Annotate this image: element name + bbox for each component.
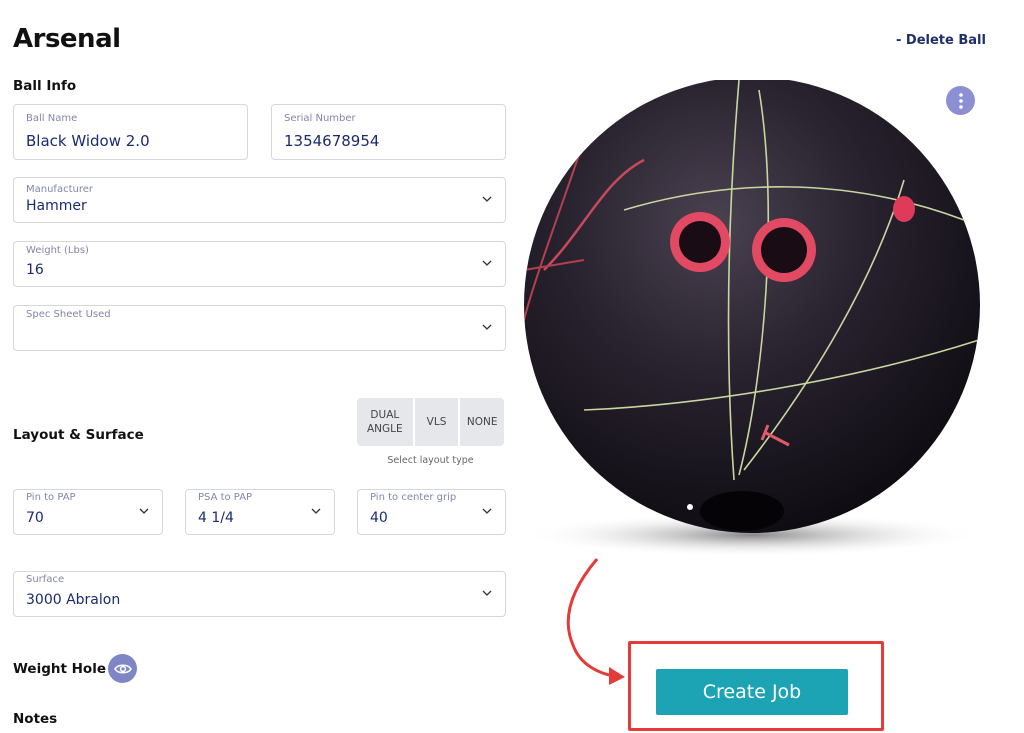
ball-name-value: Black Widow 2.0 — [26, 132, 150, 150]
spec-sheet-label: Spec Sheet Used — [26, 309, 111, 320]
chevron-down-icon — [482, 324, 492, 330]
psa-to-pap-label: PSA to PAP — [198, 492, 253, 503]
ball-image — [522, 77, 982, 560]
psa-to-pap-value: 4 1/4 — [198, 510, 234, 526]
ball-name-label: Ball Name — [26, 113, 78, 124]
chevron-down-icon — [482, 196, 492, 202]
chevron-down-icon — [482, 508, 492, 514]
pin-to-pap-value: 70 — [26, 510, 44, 526]
layout-type-dual-angle[interactable]: DUAL ANGLE — [357, 398, 415, 446]
delete-ball-link[interactable]: - Delete Ball — [896, 33, 986, 48]
surface-value: 3000 Abralon — [26, 592, 121, 608]
weight-hole-toggle-button[interactable] — [108, 654, 137, 683]
notes-heading: Notes — [13, 711, 58, 727]
pin-to-center-grip-label: Pin to center grip — [370, 492, 457, 503]
layout-surface-heading: Layout & Surface — [13, 427, 144, 443]
spec-sheet-select[interactable]: Spec Sheet Used — [13, 305, 506, 351]
ball-options-menu-button[interactable] — [946, 86, 975, 115]
serial-number-field[interactable]: Serial Number 1354678954 — [271, 104, 506, 160]
serial-number-label: Serial Number — [284, 113, 356, 124]
eye-icon — [113, 664, 132, 673]
page-title: Arsenal — [13, 24, 121, 54]
layout-type-vls[interactable]: VLS — [414, 398, 461, 446]
pin-to-center-grip-value: 40 — [370, 510, 388, 526]
surface-label: Surface — [26, 574, 65, 585]
weight-value: 16 — [26, 262, 44, 278]
more-vertical-icon — [958, 92, 963, 109]
manufacturer-label: Manufacturer — [26, 184, 93, 195]
layout-type-none[interactable]: NONE — [460, 398, 505, 446]
weight-select[interactable]: Weight (Lbs) 16 — [13, 241, 506, 287]
ball-name-field[interactable]: Ball Name Black Widow 2.0 — [13, 104, 248, 160]
weight-label: Weight (Lbs) — [26, 245, 89, 256]
weight-hole-heading: Weight Hole — [13, 661, 106, 677]
chevron-down-icon — [139, 508, 149, 514]
ball-info-heading: Ball Info — [13, 78, 77, 94]
pin-to-pap-label: Pin to PAP — [26, 492, 76, 503]
manufacturer-value: Hammer — [26, 198, 87, 214]
layout-type-toggle: DUAL ANGLE VLS NONE — [357, 398, 505, 446]
chevron-down-icon — [482, 260, 492, 266]
chevron-down-icon — [482, 590, 492, 596]
surface-select[interactable]: Surface 3000 Abralon — [13, 571, 506, 617]
pin-to-center-grip-select[interactable]: Pin to center grip 40 — [357, 489, 506, 535]
serial-number-value: 1354678954 — [284, 132, 380, 150]
create-job-button[interactable]: Create Job — [656, 669, 848, 715]
annotation-arrow — [566, 558, 625, 685]
manufacturer-select[interactable]: Manufacturer Hammer — [13, 177, 506, 223]
layout-type-caption: Select layout type — [387, 455, 474, 466]
pin-to-pap-select[interactable]: Pin to PAP 70 — [13, 489, 163, 535]
psa-to-pap-select[interactable]: PSA to PAP 4 1/4 — [185, 489, 335, 535]
chevron-down-icon — [311, 508, 321, 514]
